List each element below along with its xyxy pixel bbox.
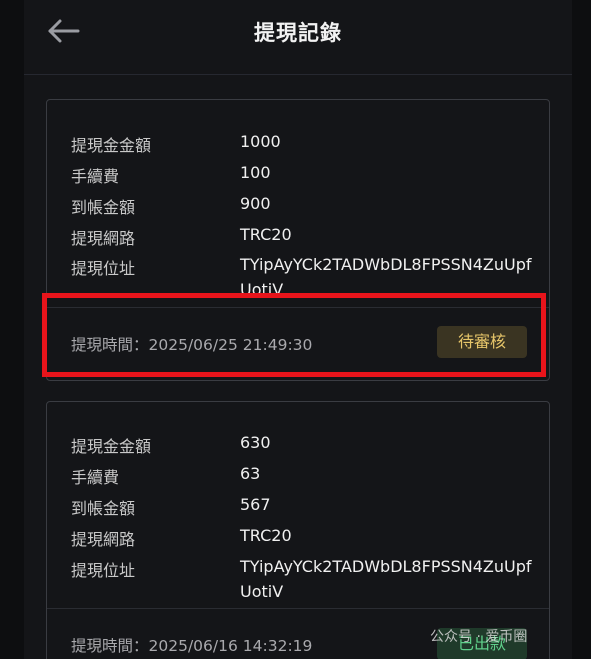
network-value: TRC20 xyxy=(240,225,292,244)
fee-value: 100 xyxy=(240,163,271,182)
network-value: TRC20 xyxy=(240,526,292,545)
amount-label: 提現金金額 xyxy=(71,437,152,456)
amount-label: 提現金金額 xyxy=(71,136,152,155)
address-label: 提現位址 xyxy=(71,561,136,580)
arrived-label: 到帳金額 xyxy=(71,198,136,217)
withdrawal-record-card: 提現金金額 630 手續費 63 到帳金額 567 提現網路 TRC20 提現位… xyxy=(46,401,550,659)
arrived-value: 567 xyxy=(240,495,271,514)
network-label: 提現網路 xyxy=(71,229,136,248)
arrived-label: 到帳金額 xyxy=(71,499,136,518)
page-title: 提現記錄 xyxy=(254,21,342,45)
divider xyxy=(47,608,549,609)
address-label: 提現位址 xyxy=(71,259,136,278)
fee-label: 手續費 xyxy=(71,468,120,487)
network-label: 提現網路 xyxy=(71,530,136,549)
fee-label: 手續費 xyxy=(71,167,120,186)
withdrawal-time: 提現時間：2025/06/16 14:32:19 xyxy=(71,637,313,655)
watermark: 公众号 · 爱币圈 xyxy=(430,629,528,645)
amount-value: 630 xyxy=(240,433,271,452)
highlight-annotation-box xyxy=(42,293,546,377)
fee-value: 63 xyxy=(240,464,261,483)
arrived-value: 900 xyxy=(240,194,271,213)
address-value: TYipAyYCk2TADWbDL8FPSSN4ZuUpfUotiV xyxy=(240,557,532,601)
page-header: 提現記錄 xyxy=(24,0,572,75)
amount-value: 1000 xyxy=(240,132,281,151)
